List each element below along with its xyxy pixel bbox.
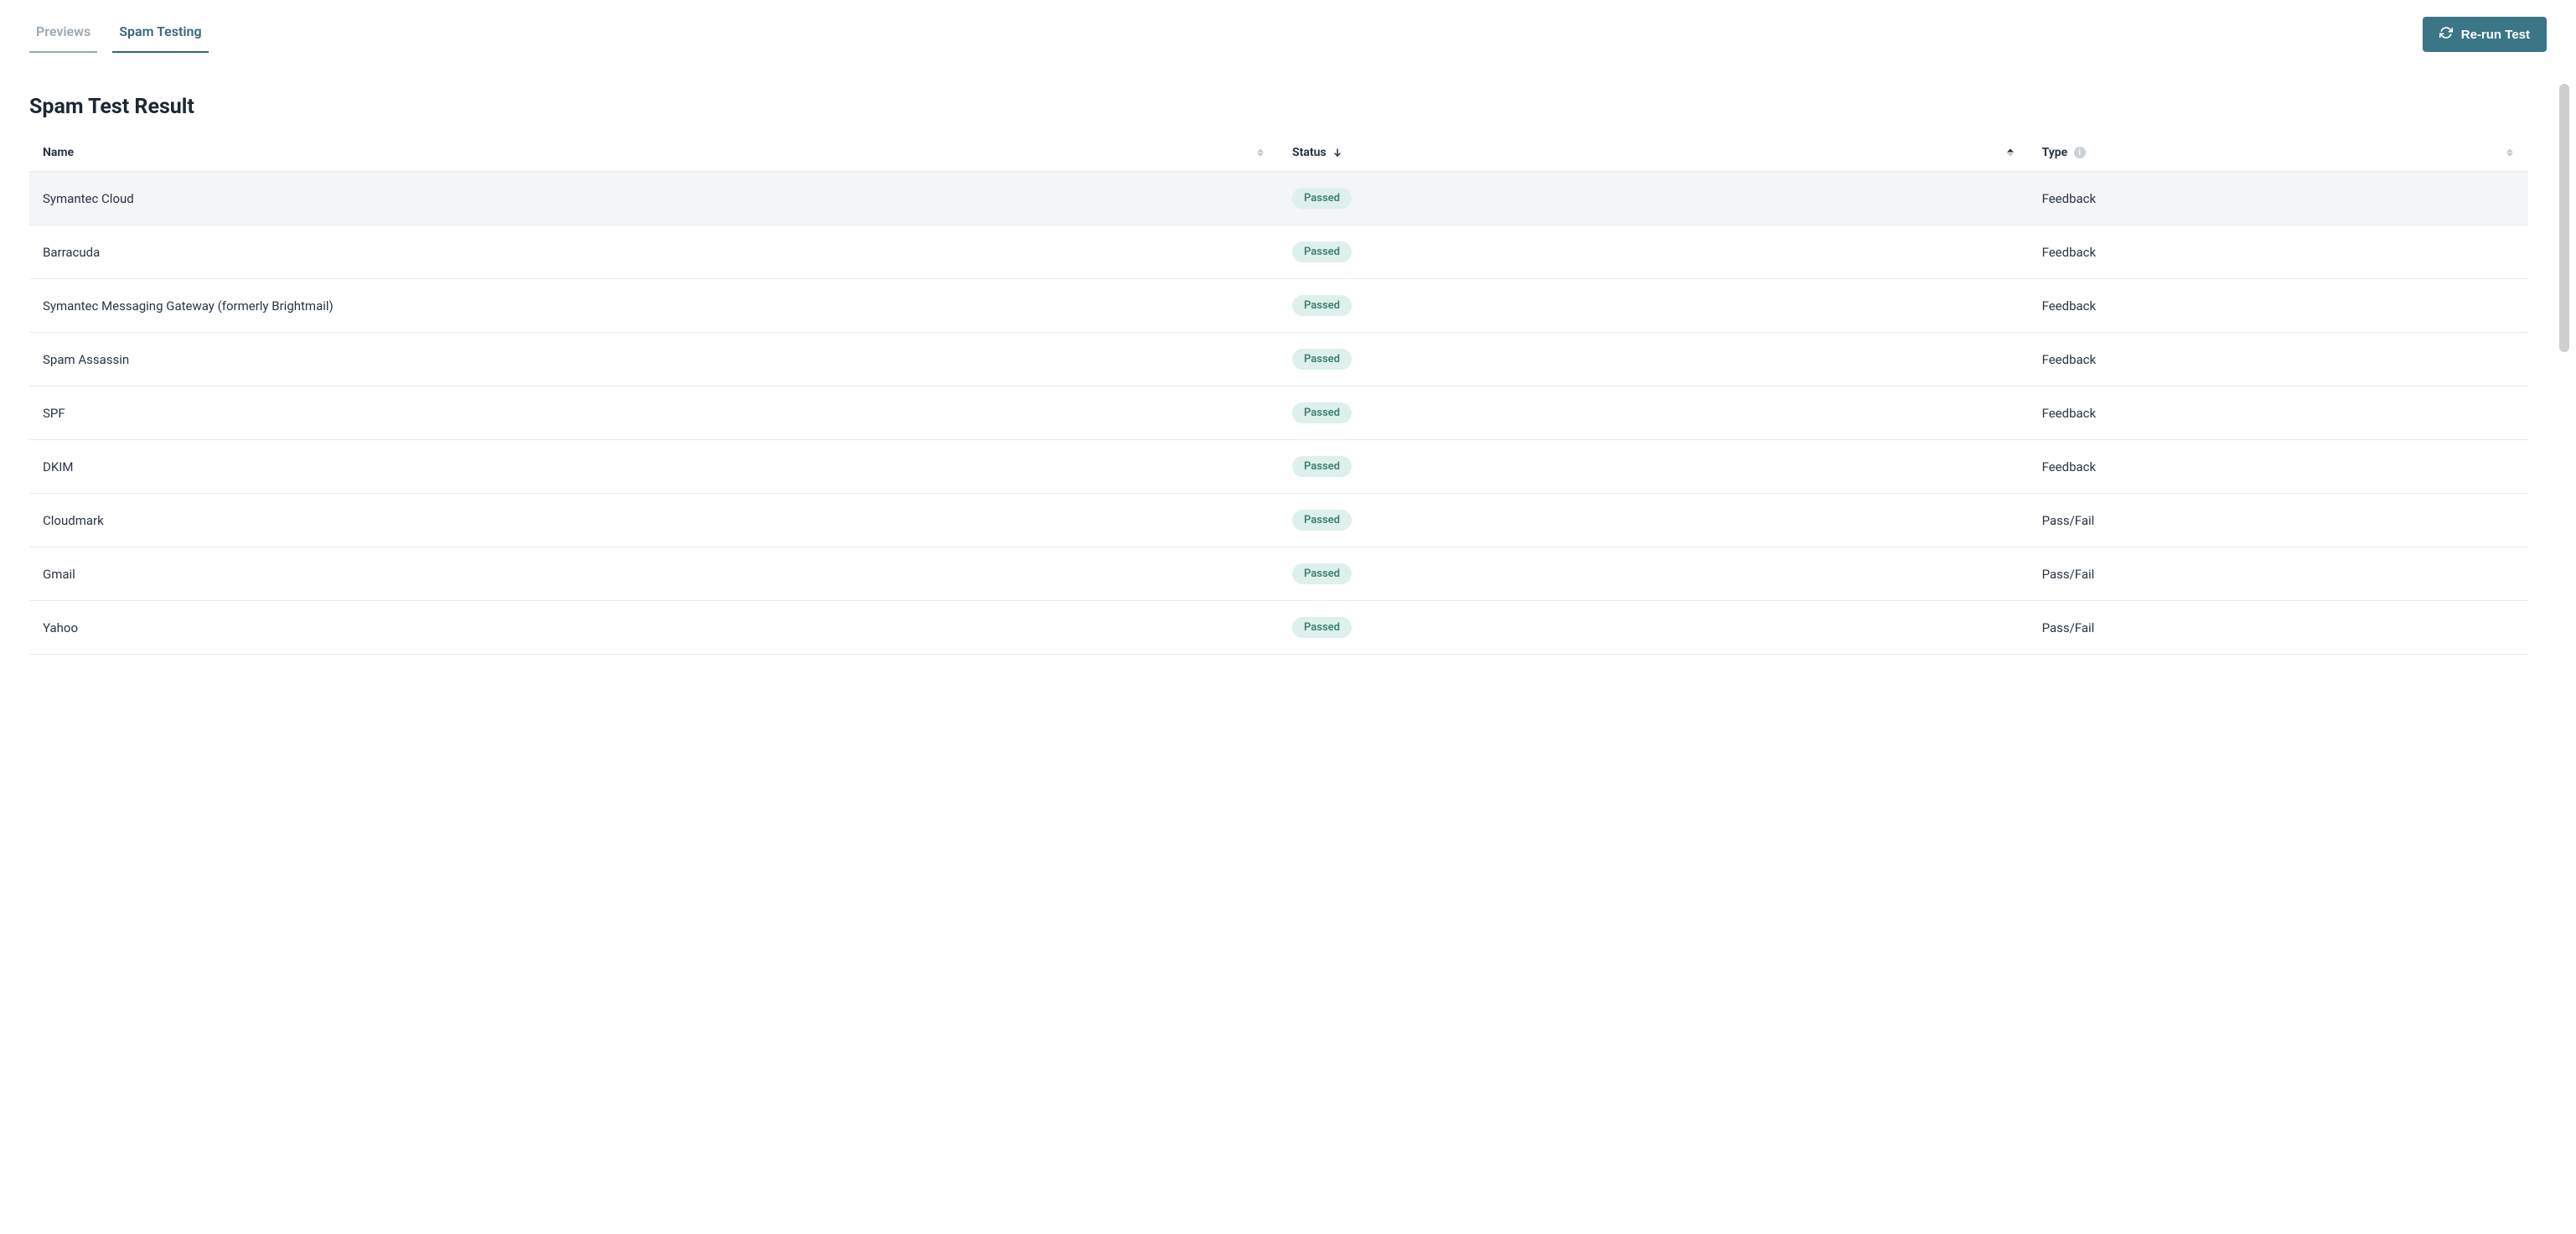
status-badge: Passed	[1292, 510, 1352, 531]
cell-name: Gmail	[29, 547, 1279, 601]
table-row: DKIM Passed Feedback	[29, 440, 2528, 494]
column-header-type[interactable]: Type i	[2029, 134, 2528, 172]
cell-type: Feedback	[2029, 172, 2528, 226]
table-row: Gmail Passed Pass/Fail	[29, 547, 2528, 601]
status-badge: Passed	[1292, 188, 1352, 209]
cell-type: Feedback	[2029, 386, 2528, 440]
cell-status: Passed	[1279, 279, 2029, 333]
cell-status: Passed	[1279, 386, 2029, 440]
cell-status: Passed	[1279, 226, 2029, 279]
table-row: Symantec Cloud Passed Feedback	[29, 172, 2528, 226]
table-row: Yahoo Passed Pass/Fail	[29, 601, 2528, 655]
column-header-status[interactable]: Status	[1279, 134, 2029, 172]
status-badge: Passed	[1292, 349, 1352, 370]
table-row: SPF Passed Feedback	[29, 386, 2528, 440]
cell-type: Feedback	[2029, 440, 2528, 494]
cell-type: Feedback	[2029, 226, 2528, 279]
cell-status: Passed	[1279, 547, 2029, 601]
cell-name: Yahoo	[29, 601, 1279, 655]
table-row: Spam Assassin Passed Feedback	[29, 333, 2528, 386]
cell-type: Pass/Fail	[2029, 601, 2528, 655]
results-table: Name Status	[29, 134, 2528, 655]
cell-name: DKIM	[29, 440, 1279, 494]
column-header-name[interactable]: Name	[29, 134, 1279, 172]
cell-type: Feedback	[2029, 333, 2528, 386]
results-table-wrap: Name Status	[29, 134, 2528, 655]
arrow-down-icon	[1332, 148, 1342, 158]
cell-name: Symantec Cloud	[29, 172, 1279, 226]
top-row: Previews Spam Testing Re-run Test	[29, 17, 2547, 53]
tab-spam-testing[interactable]: Spam Testing	[112, 17, 208, 53]
status-badge: Passed	[1292, 563, 1352, 584]
cell-name: Spam Assassin	[29, 333, 1279, 386]
table-row: Barracuda Passed Feedback	[29, 226, 2528, 279]
page-title: Spam Test Result	[29, 95, 2547, 119]
cell-status: Passed	[1279, 494, 2029, 547]
status-badge: Passed	[1292, 295, 1352, 316]
status-badge: Passed	[1292, 456, 1352, 477]
table-row: Cloudmark Passed Pass/Fail	[29, 494, 2528, 547]
info-icon[interactable]: i	[2074, 147, 2086, 158]
cell-name: Symantec Messaging Gateway (formerly Bri…	[29, 279, 1279, 333]
table-header-row: Name Status	[29, 134, 2528, 172]
status-badge: Passed	[1292, 241, 1352, 262]
table-row: Symantec Messaging Gateway (formerly Bri…	[29, 279, 2528, 333]
scrollbar-thumb[interactable]	[2559, 84, 2569, 352]
table-body: Symantec Cloud Passed Feedback Barracuda…	[29, 172, 2528, 655]
column-header-name-label: Name	[43, 146, 74, 159]
cell-status: Passed	[1279, 172, 2029, 226]
cell-name: Barracuda	[29, 226, 1279, 279]
column-header-type-label: Type	[2042, 146, 2068, 159]
cell-status: Passed	[1279, 440, 2029, 494]
sort-icon	[2506, 149, 2513, 157]
cell-name: Cloudmark	[29, 494, 1279, 547]
cell-type: Feedback	[2029, 279, 2528, 333]
rerun-test-button[interactable]: Re-run Test	[2423, 17, 2547, 52]
status-badge: Passed	[1292, 402, 1352, 423]
cell-status: Passed	[1279, 601, 2029, 655]
column-header-status-label: Status	[1292, 146, 1327, 159]
cell-type: Pass/Fail	[2029, 547, 2528, 601]
rerun-test-label: Re-run Test	[2461, 28, 2530, 42]
tab-previews[interactable]: Previews	[29, 17, 97, 53]
refresh-icon	[2439, 26, 2453, 43]
status-badge: Passed	[1292, 617, 1352, 638]
cell-status: Passed	[1279, 333, 2029, 386]
cell-name: SPF	[29, 386, 1279, 440]
cell-type: Pass/Fail	[2029, 494, 2528, 547]
sort-icon	[2007, 149, 2014, 157]
sort-icon	[1257, 149, 1264, 157]
tabs: Previews Spam Testing	[29, 17, 209, 53]
